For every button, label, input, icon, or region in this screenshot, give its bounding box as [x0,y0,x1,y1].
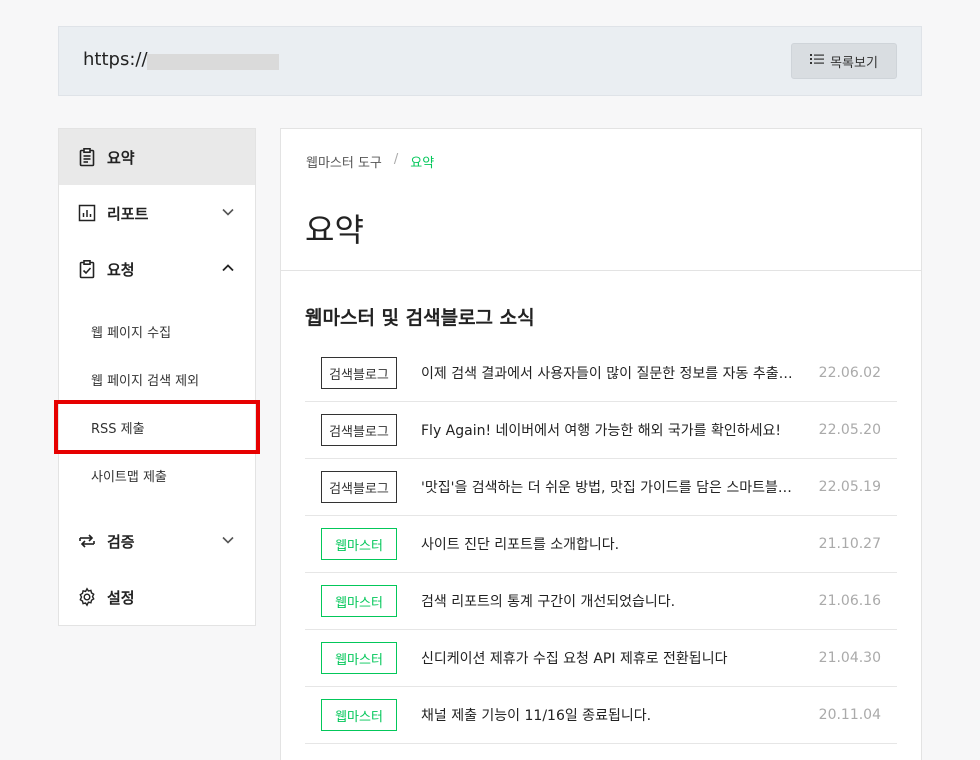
page-title: 요약 [305,211,364,249]
news-row[interactable]: 웹마스터 신디케이션 제휴가 수집 요청 API 제휴로 전환됩니다 21.04… [305,630,897,687]
news-date: 20.11.04 [818,707,881,723]
sidebar-subitem-sitemap-submit[interactable]: 사이트맵 제출 [59,451,255,499]
chevron-down-icon [222,208,234,216]
news-tag: 웹마스터 [321,528,397,560]
news-date: 21.04.30 [818,650,881,666]
sidebar-item-summary[interactable]: 요약 [59,129,255,185]
news-date: 22.05.19 [818,479,881,495]
sidebar-subitem-page-collect[interactable]: 웹 페이지 수집 [59,307,255,355]
sidebar-subitem-label: 웹 페이지 수집 [91,325,172,341]
news-title[interactable]: 신디케이션 제휴가 수집 요청 API 제휴로 전환됩니다 [421,648,799,668]
sidebar-subitem-label: 웹 페이지 검색 제외 [91,373,200,389]
sidebar-item-request[interactable]: 요청 [59,241,255,297]
divider [281,270,921,271]
sidebar-item-label: 요청 [107,260,135,279]
chart-icon [77,203,97,223]
gear-icon [77,587,97,607]
swap-icon [77,531,97,551]
sidebar-item-report[interactable]: 리포트 [59,185,255,241]
sidebar-item-label: 검증 [107,532,135,551]
url-redacted [147,54,279,70]
news-date: 21.06.16 [818,593,881,609]
sidebar-item-label: 요약 [107,148,135,167]
main-panel: 웹마스터 도구 / 요약 요약 웹마스터 및 검색블로그 소식 검색블로그 이제… [280,128,922,760]
news-date: 22.05.20 [818,422,881,438]
news-tag: 웹마스터 [321,642,397,674]
news-row[interactable]: 웹마스터 검색 리포트의 통계 구간이 개선되었습니다. 21.06.16 [305,573,897,630]
news-tag: 검색블로그 [321,357,397,389]
sidebar-item-verify[interactable]: 검증 [59,513,255,569]
breadcrumb-current: 요약 [410,156,435,171]
highlight-rss-submit [54,400,260,454]
sidebar-item-label: 설정 [107,588,135,607]
sidebar-item-label: 리포트 [107,204,149,223]
news-tag: 검색블로그 [321,471,397,503]
news-row[interactable]: 검색블로그 Fly Again! 네이버에서 여행 가능한 해외 국가를 확인하… [305,402,897,459]
sidebar: 요약 리포트 요청 웹 페이지 수집 웹 페이지 검색 제외 RSS 제출 사이… [58,128,256,626]
news-row[interactable]: 검색블로그 '맛집'을 검색하는 더 쉬운 방법, 맛집 가이드를 담은 스마트… [305,459,897,516]
list-view-button[interactable]: 목록보기 [791,43,897,79]
news-title[interactable]: '맛집'을 검색하는 더 쉬운 방법, 맛집 가이드를 담은 스마트블… [421,477,799,497]
news-row[interactable]: 웹마스터 채널 제출 기능이 11/16일 종료됩니다. 20.11.04 [305,687,897,744]
news-title[interactable]: 검색 리포트의 통계 구간이 개선되었습니다. [421,591,799,611]
news-tag: 웹마스터 [321,699,397,731]
url-text: https:// [83,49,148,70]
news-date: 21.10.27 [818,536,881,552]
breadcrumb: 웹마스터 도구 / 요약 [306,152,434,171]
news-title[interactable]: 채널 제출 기능이 11/16일 종료됩니다. [421,705,799,725]
chevron-down-icon [222,536,234,544]
section-title: 웹마스터 및 검색블로그 소식 [305,307,535,329]
news-row[interactable]: 웹마스터 사이트 진단 리포트를 소개합니다. 21.10.27 [305,516,897,573]
checklist-icon [77,259,97,279]
breadcrumb-separator: / [393,152,399,167]
news-title[interactable]: Fly Again! 네이버에서 여행 가능한 해외 국가를 확인하세요! [421,420,799,440]
news-row[interactable]: 검색블로그 이제 검색 결과에서 사용자들이 많이 질문한 정보를 자동 추출…… [305,345,897,402]
chevron-up-icon [222,264,234,272]
news-title[interactable]: 이제 검색 결과에서 사용자들이 많이 질문한 정보를 자동 추출… [421,363,799,383]
list-view-label: 목록보기 [830,55,878,71]
breadcrumb-parent[interactable]: 웹마스터 도구 [306,152,382,171]
news-tag: 검색블로그 [321,414,397,446]
url-bar: https:// 목록보기 [58,26,922,96]
news-title[interactable]: 사이트 진단 리포트를 소개합니다. [421,534,799,554]
clipboard-icon [77,147,97,167]
sidebar-subitem-page-exclude[interactable]: 웹 페이지 검색 제외 [59,355,255,403]
news-tag: 웹마스터 [321,585,397,617]
news-list: 검색블로그 이제 검색 결과에서 사용자들이 많이 질문한 정보를 자동 추출…… [305,345,897,744]
list-icon [810,52,825,70]
sidebar-item-settings[interactable]: 설정 [59,569,255,625]
news-date: 22.06.02 [818,365,881,381]
sidebar-subitem-label: 사이트맵 제출 [91,469,167,485]
